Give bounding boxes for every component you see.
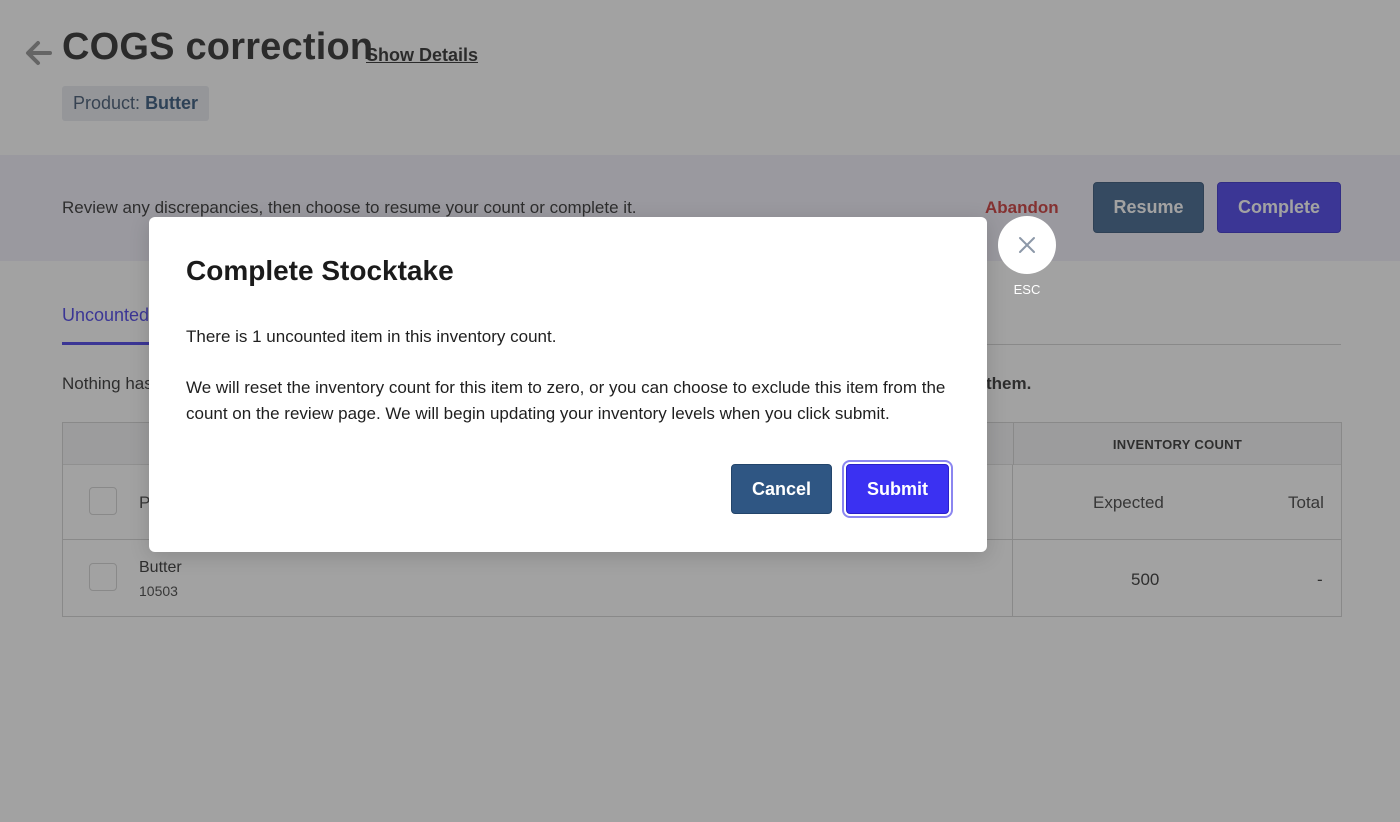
cancel-button[interactable]: Cancel <box>731 464 832 514</box>
complete-stocktake-dialog: Complete Stocktake There is 1 uncounted … <box>149 217 987 552</box>
submit-button[interactable]: Submit <box>846 464 949 514</box>
esc-hint: ESC <box>1013 282 1041 297</box>
close-dialog-button[interactable] <box>998 216 1056 274</box>
stocktake-review-page: COGS correction Show Details Product: Bu… <box>0 0 1400 822</box>
close-icon <box>1019 237 1035 253</box>
dialog-title: Complete Stocktake <box>186 255 454 286</box>
dialog-uncounted-message: There is 1 uncounted item in this invent… <box>186 327 557 346</box>
dialog-reset-message: We will reset the inventory count for th… <box>186 378 946 423</box>
